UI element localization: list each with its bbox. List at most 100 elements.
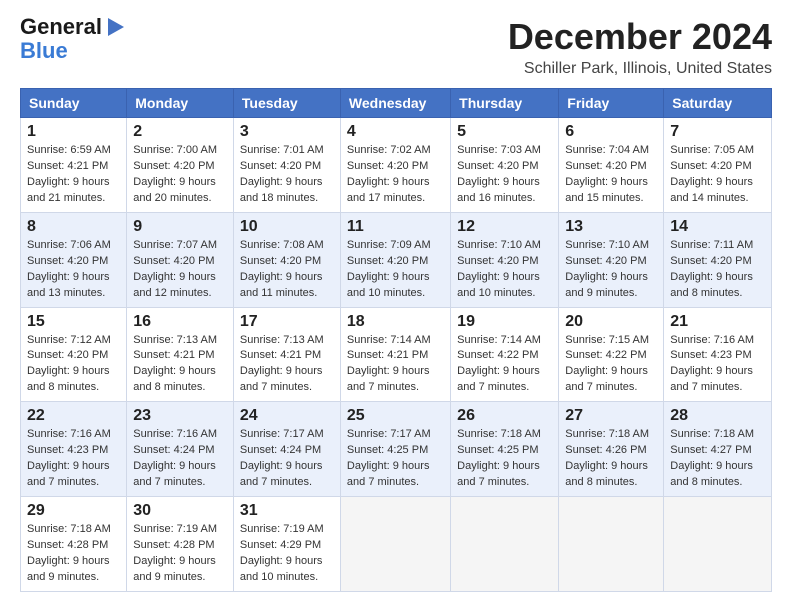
day-info: Sunrise: 7:14 AMSunset: 4:21 PMDaylight:… [347, 333, 444, 397]
day-info: Sunrise: 7:01 AMSunset: 4:20 PMDaylight:… [240, 143, 334, 207]
day-info: Sunrise: 7:19 AMSunset: 4:29 PMDaylight:… [240, 522, 334, 586]
calendar-cell: 15 Sunrise: 7:12 AMSunset: 4:20 PMDayligh… [21, 307, 127, 402]
day-number: 29 [27, 502, 120, 520]
day-number: 10 [240, 218, 334, 236]
day-number: 9 [133, 218, 227, 236]
calendar-cell: 10 Sunrise: 7:08 AMSunset: 4:20 PMDayligh… [233, 212, 340, 307]
day-info: Sunrise: 7:14 AMSunset: 4:22 PMDaylight:… [457, 333, 552, 397]
day-info: Sunrise: 7:06 AMSunset: 4:20 PMDaylight:… [27, 238, 120, 302]
day-number: 19 [457, 313, 552, 331]
day-info: Sunrise: 7:08 AMSunset: 4:20 PMDaylight:… [240, 238, 334, 302]
calendar-cell: 3 Sunrise: 7:01 AMSunset: 4:20 PMDaylight… [233, 118, 340, 213]
day-number: 28 [670, 407, 765, 425]
calendar-cell: 24Sunrise: 7:17 AMSunset: 4:24 PMDayligh… [233, 402, 340, 497]
calendar-cell: 12Sunrise: 7:10 AMSunset: 4:20 PMDayligh… [451, 212, 559, 307]
day-info: Sunrise: 7:13 AMSunset: 4:21 PMDaylight:… [240, 333, 334, 397]
month-title: December 2024 [508, 16, 772, 58]
calendar-cell [559, 497, 664, 592]
day-info: Sunrise: 7:18 AMSunset: 4:28 PMDaylight:… [27, 522, 120, 586]
calendar-cell: 28 Sunrise: 7:18 AMSunset: 4:27 PMDayligh… [664, 402, 772, 497]
calendar-table: SundayMondayTuesdayWednesdayThursdayFrid… [20, 88, 772, 592]
calendar-cell: 13Sunrise: 7:10 AMSunset: 4:20 PMDayligh… [559, 212, 664, 307]
day-number: 18 [347, 313, 444, 331]
calendar-cell: 5 Sunrise: 7:03 AMSunset: 4:20 PMDaylight… [451, 118, 559, 213]
calendar-cell: 8 Sunrise: 7:06 AMSunset: 4:20 PMDaylight… [21, 212, 127, 307]
page-header: General Blue December 2024 Schiller Park… [20, 16, 772, 78]
day-number: 30 [133, 502, 227, 520]
calendar-cell: 18 Sunrise: 7:14 AMSunset: 4:21 PMDayligh… [340, 307, 450, 402]
day-info: Sunrise: 7:16 AMSunset: 4:23 PMDaylight:… [27, 427, 120, 491]
col-header-friday: Friday [559, 89, 664, 118]
day-number: 4 [347, 123, 444, 141]
col-header-wednesday: Wednesday [340, 89, 450, 118]
logo-text-general: General [20, 16, 102, 38]
calendar-cell: 19 Sunrise: 7:14 AMSunset: 4:22 PMDayligh… [451, 307, 559, 402]
calendar-cell: 31 Sunrise: 7:19 AMSunset: 4:29 PMDayligh… [233, 497, 340, 592]
day-number: 7 [670, 123, 765, 141]
title-area: December 2024 Schiller Park, Illinois, U… [508, 16, 772, 78]
day-info: Sunrise: 7:04 AMSunset: 4:20 PMDaylight:… [565, 143, 657, 207]
calendar-header-row: SundayMondayTuesdayWednesdayThursdayFrid… [21, 89, 772, 118]
location-subtitle: Schiller Park, Illinois, United States [508, 60, 772, 78]
day-number: 26 [457, 407, 552, 425]
day-info: Sunrise: 7:15 AMSunset: 4:22 PMDaylight:… [565, 333, 657, 397]
calendar-cell: 27 Sunrise: 7:18 AMSunset: 4:26 PMDayligh… [559, 402, 664, 497]
calendar-cell: 7 Sunrise: 7:05 AMSunset: 4:20 PMDaylight… [664, 118, 772, 213]
day-number: 1 [27, 123, 120, 141]
day-info: Sunrise: 7:13 AMSunset: 4:21 PMDaylight:… [133, 333, 227, 397]
day-info: Sunrise: 7:11 AMSunset: 4:20 PMDaylight:… [670, 238, 765, 302]
day-number: 8 [27, 218, 120, 236]
day-number: 20 [565, 313, 657, 331]
day-info: Sunrise: 7:05 AMSunset: 4:20 PMDaylight:… [670, 143, 765, 207]
calendar-cell: 30Sunrise: 7:19 AMSunset: 4:28 PMDayligh… [127, 497, 234, 592]
calendar-cell [340, 497, 450, 592]
calendar-cell: 20 Sunrise: 7:15 AMSunset: 4:22 PMDayligh… [559, 307, 664, 402]
calendar-cell: 23Sunrise: 7:16 AMSunset: 4:24 PMDayligh… [127, 402, 234, 497]
calendar-week-row: 1 Sunrise: 6:59 AMSunset: 4:21 PMDaylight… [21, 118, 772, 213]
day-number: 3 [240, 123, 334, 141]
day-info: Sunrise: 7:18 AMSunset: 4:25 PMDaylight:… [457, 427, 552, 491]
day-number: 17 [240, 313, 334, 331]
logo-text-blue: Blue [20, 38, 68, 64]
day-number: 27 [565, 407, 657, 425]
day-number: 23 [133, 407, 227, 425]
calendar-cell: 25Sunrise: 7:17 AMSunset: 4:25 PMDayligh… [340, 402, 450, 497]
col-header-thursday: Thursday [451, 89, 559, 118]
day-number: 16 [133, 313, 227, 331]
day-info: Sunrise: 7:02 AMSunset: 4:20 PMDaylight:… [347, 143, 444, 207]
calendar-week-row: 8 Sunrise: 7:06 AMSunset: 4:20 PMDaylight… [21, 212, 772, 307]
day-number: 5 [457, 123, 552, 141]
col-header-tuesday: Tuesday [233, 89, 340, 118]
calendar-cell: 26 Sunrise: 7:18 AMSunset: 4:25 PMDayligh… [451, 402, 559, 497]
day-info: Sunrise: 7:09 AMSunset: 4:20 PMDaylight:… [347, 238, 444, 302]
day-number: 24 [240, 407, 334, 425]
day-info: Sunrise: 7:07 AMSunset: 4:20 PMDaylight:… [133, 238, 227, 302]
calendar-cell: 16 Sunrise: 7:13 AMSunset: 4:21 PMDayligh… [127, 307, 234, 402]
day-number: 31 [240, 502, 334, 520]
calendar-cell: 29 Sunrise: 7:18 AMSunset: 4:28 PMDayligh… [21, 497, 127, 592]
calendar-week-row: 29 Sunrise: 7:18 AMSunset: 4:28 PMDayligh… [21, 497, 772, 592]
calendar-cell: 14Sunrise: 7:11 AMSunset: 4:20 PMDayligh… [664, 212, 772, 307]
day-info: Sunrise: 7:17 AMSunset: 4:25 PMDaylight:… [347, 427, 444, 491]
day-number: 13 [565, 218, 657, 236]
calendar-cell [451, 497, 559, 592]
calendar-cell: 17 Sunrise: 7:13 AMSunset: 4:21 PMDayligh… [233, 307, 340, 402]
day-number: 15 [27, 313, 120, 331]
calendar-week-row: 22Sunrise: 7:16 AMSunset: 4:23 PMDayligh… [21, 402, 772, 497]
calendar-cell: 22Sunrise: 7:16 AMSunset: 4:23 PMDayligh… [21, 402, 127, 497]
day-info: Sunrise: 7:16 AMSunset: 4:23 PMDaylight:… [670, 333, 765, 397]
day-info: Sunrise: 7:12 AMSunset: 4:20 PMDaylight:… [27, 333, 120, 397]
day-info: Sunrise: 7:03 AMSunset: 4:20 PMDaylight:… [457, 143, 552, 207]
calendar-cell: 2Sunrise: 7:00 AMSunset: 4:20 PMDaylight… [127, 118, 234, 213]
day-info: Sunrise: 6:59 AMSunset: 4:21 PMDaylight:… [27, 143, 120, 207]
day-info: Sunrise: 7:10 AMSunset: 4:20 PMDaylight:… [457, 238, 552, 302]
logo-arrow-icon [104, 16, 126, 38]
calendar-cell: 11Sunrise: 7:09 AMSunset: 4:20 PMDayligh… [340, 212, 450, 307]
col-header-sunday: Sunday [21, 89, 127, 118]
calendar-week-row: 15 Sunrise: 7:12 AMSunset: 4:20 PMDayligh… [21, 307, 772, 402]
calendar-cell: 6 Sunrise: 7:04 AMSunset: 4:20 PMDaylight… [559, 118, 664, 213]
day-info: Sunrise: 7:18 AMSunset: 4:26 PMDaylight:… [565, 427, 657, 491]
day-info: Sunrise: 7:18 AMSunset: 4:27 PMDaylight:… [670, 427, 765, 491]
day-info: Sunrise: 7:00 AMSunset: 4:20 PMDaylight:… [133, 143, 227, 207]
day-number: 6 [565, 123, 657, 141]
